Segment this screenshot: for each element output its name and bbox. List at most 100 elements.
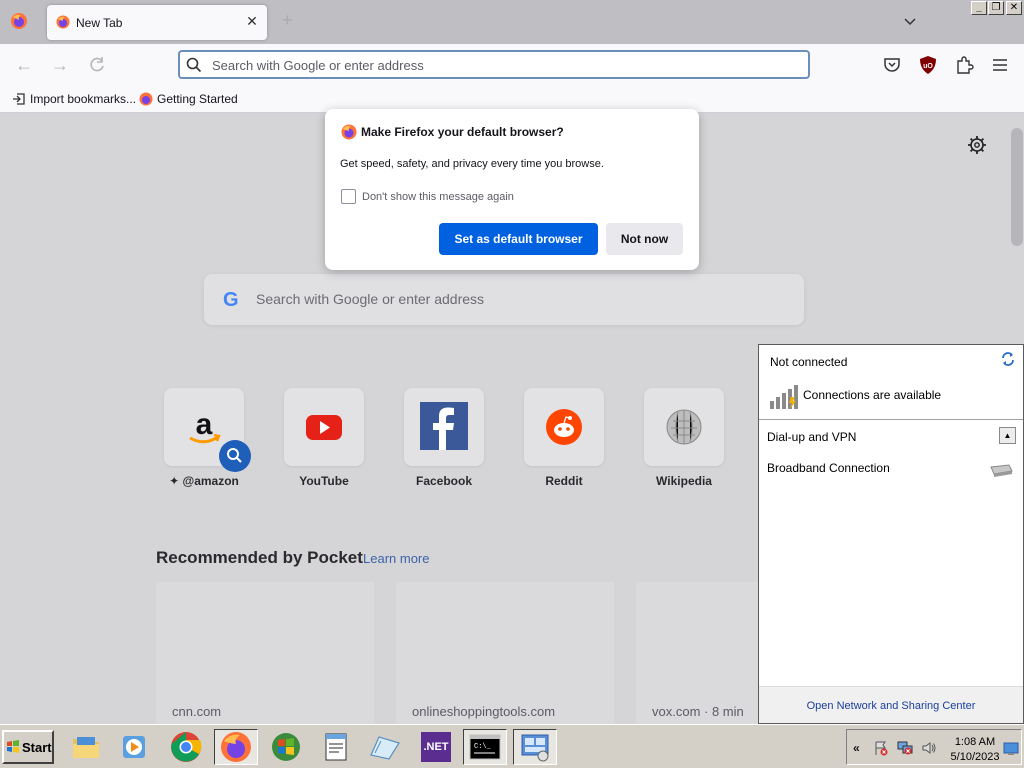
address-bar[interactable]	[178, 50, 810, 79]
top-site-tile[interactable]	[644, 388, 724, 466]
search-icon	[227, 448, 242, 463]
start-button[interactable]: Start	[2, 730, 54, 764]
taskbar-firefox[interactable]	[214, 729, 258, 765]
svg-text:C:\_: C:\_	[474, 743, 492, 751]
minimize-button[interactable]: _	[971, 1, 987, 15]
taskbar-windows[interactable]	[264, 729, 308, 765]
top-site-wikipedia[interactable]: Wikipedia	[644, 388, 724, 498]
tab-title: New Tab	[76, 16, 123, 30]
youtube-icon	[306, 415, 342, 440]
pocket-card-source: cnn.com	[172, 704, 222, 719]
dialup-vpn-group[interactable]: Dial-up and VPN	[767, 430, 856, 444]
dialog-title: Make Firefox your default browser?	[361, 125, 564, 139]
taskbar-cmd[interactable]: C:\_	[463, 729, 507, 765]
taskbar-dotnet[interactable]: .NET	[414, 729, 458, 765]
close-window-button[interactable]: ✕	[1006, 1, 1022, 15]
start-label: Start	[22, 740, 52, 755]
dont-show-again-checkbox[interactable]	[341, 189, 356, 204]
top-site-tile[interactable]	[284, 388, 364, 466]
top-site-label-text: @amazon	[182, 474, 239, 488]
not-now-button[interactable]: Not now	[606, 223, 683, 255]
forward-button[interactable]: →	[49, 54, 71, 76]
tab-strip: New Tab ✕ + _ ❐ ✕	[0, 0, 1024, 44]
top-site-reddit[interactable]: Reddit	[524, 388, 604, 498]
google-logo-icon: G	[223, 289, 239, 311]
taskbar-control-panel[interactable]	[513, 729, 557, 765]
top-site-youtube[interactable]: YouTube	[284, 388, 364, 498]
taskbar-paint[interactable]	[362, 729, 406, 765]
firefox-icon	[341, 124, 357, 140]
pin-star-icon: ✦	[169, 474, 183, 488]
firefox-icon	[139, 92, 153, 106]
top-site-tile[interactable]	[404, 388, 484, 466]
notepad-icon	[325, 733, 347, 761]
chevron-down-icon[interactable]	[902, 13, 918, 29]
gear-icon[interactable]	[966, 134, 988, 156]
dialog-message: Get speed, safety, and privacy every tim…	[340, 158, 604, 170]
taskbar-chrome[interactable]	[164, 729, 208, 765]
top-site-label: YouTube	[299, 474, 349, 488]
pocket-heading: Recommended by Pocket	[156, 548, 363, 567]
desktop: New Tab ✕ + _ ❐ ✕ ← → uO	[0, 0, 1024, 768]
divider	[759, 419, 1023, 420]
refresh-icon[interactable]	[1000, 351, 1016, 367]
clock-time[interactable]: 1:08 AM	[947, 736, 1003, 748]
dont-show-again-label[interactable]: Don't show this message again	[362, 191, 514, 203]
media-player-icon	[123, 736, 145, 758]
top-site-facebook[interactable]: Facebook	[404, 388, 484, 498]
navigation-toolbar: ← → uO	[0, 44, 1024, 86]
broadband-connection-item[interactable]: Broadband Connection	[767, 461, 890, 475]
newtab-search-box[interactable]: G	[204, 274, 804, 325]
windows-logo-icon	[272, 733, 300, 761]
menu-icon[interactable]	[990, 55, 1010, 75]
signal-bars-icon	[770, 385, 798, 409]
bookmark-import[interactable]: Import bookmarks...	[12, 92, 136, 106]
pocket-card-source: onlineshoppingtools.com	[412, 704, 556, 719]
ublock-icon[interactable]: uO	[918, 55, 938, 75]
tab-close-icon[interactable]: ✕	[244, 13, 260, 29]
clock-date[interactable]: 5/10/2023	[945, 751, 1005, 763]
top-site-amazon[interactable]: a ✦ @amazon	[164, 388, 251, 498]
top-site-label: Wikipedia	[656, 474, 712, 488]
network-status: Not connected	[770, 355, 848, 369]
show-desktop-icon[interactable]	[1003, 740, 1019, 756]
pocket-card[interactable]: onlineshoppingtools.com	[396, 582, 614, 724]
system-tray: « 1:08 AM 5/10/2023	[846, 729, 1022, 765]
firefox-icon	[56, 15, 70, 29]
pocket-learn-more-link[interactable]: Learn more	[363, 551, 429, 566]
cmd-icon: C:\_	[469, 734, 501, 760]
restore-button[interactable]: ❐	[988, 1, 1004, 15]
new-tab-plus-icon[interactable]: +	[282, 10, 293, 31]
top-site-tile[interactable]	[524, 388, 604, 466]
pocket-card-source: vox.com · 8 min	[652, 704, 744, 719]
windows-logo-icon	[7, 740, 19, 753]
set-default-browser-button[interactable]: Set as default browser	[439, 223, 598, 255]
network-flyout-footer: Open Network and Sharing Center	[759, 686, 1023, 723]
facebook-icon	[420, 402, 468, 450]
import-icon	[13, 93, 25, 105]
page-scrollbar[interactable]	[1011, 128, 1023, 246]
pocket-card[interactable]: cnn.com	[156, 582, 374, 724]
action-center-flag-icon[interactable]	[873, 740, 889, 756]
taskbar-media-player[interactable]	[112, 729, 156, 765]
extensions-icon[interactable]	[954, 55, 974, 75]
open-network-sharing-center-link[interactable]: Open Network and Sharing Center	[759, 700, 1023, 712]
back-button[interactable]: ←	[13, 54, 35, 76]
show-hidden-icons-icon[interactable]: «	[853, 740, 869, 756]
network-disconnected-icon[interactable]	[897, 740, 913, 756]
top-site-label: Reddit	[545, 474, 583, 488]
pocket-icon[interactable]	[882, 55, 902, 75]
volume-icon[interactable]	[921, 740, 937, 756]
chrome-icon	[171, 732, 202, 762]
tab-new-tab[interactable]: New Tab ✕	[47, 5, 267, 40]
collapse-group-button[interactable]: ▲	[999, 427, 1016, 444]
reload-icon[interactable]	[86, 54, 108, 76]
explorer-icon	[73, 737, 99, 758]
taskbar-explorer[interactable]	[64, 729, 108, 765]
address-input[interactable]	[212, 55, 792, 75]
amazon-icon: a	[189, 408, 221, 444]
dotnet-icon: .NET	[421, 732, 451, 762]
taskbar-notepad[interactable]	[314, 729, 358, 765]
bookmark-getting-started[interactable]: Getting Started	[139, 92, 238, 106]
newtab-search-input[interactable]	[256, 288, 776, 310]
